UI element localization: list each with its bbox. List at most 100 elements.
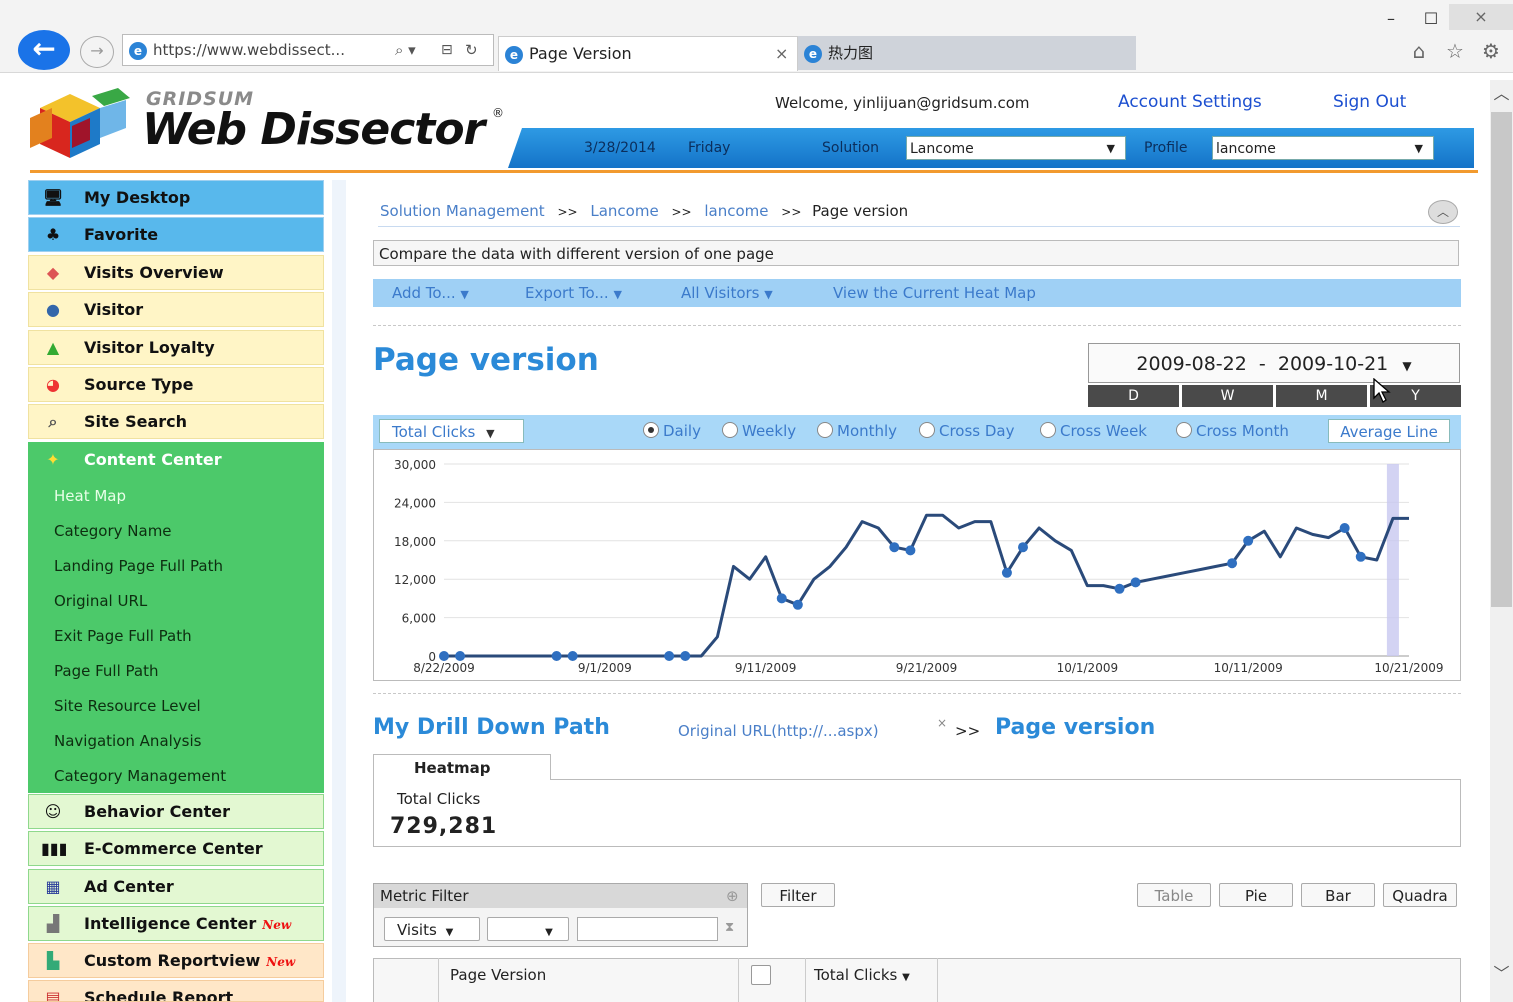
filter-operator-select[interactable]: ▼ (487, 917, 569, 941)
view-heatmap-link[interactable]: View the Current Heat Map (833, 284, 1036, 302)
grid-column-divider (738, 958, 739, 1002)
view-pie-button[interactable]: Pie (1219, 883, 1293, 907)
tab-heatmap[interactable]: e 热力图 (798, 36, 1136, 70)
divider (373, 325, 1461, 326)
period-day-button[interactable]: D (1088, 385, 1179, 407)
radio-weekly[interactable]: Weekly (722, 422, 796, 440)
tab-heatmap-summary[interactable]: Heatmap (373, 754, 551, 780)
solution-select[interactable]: Lancome ▼ (906, 136, 1126, 160)
y-tick-label: 6,000 (402, 612, 436, 626)
view-bar-button[interactable]: Bar (1301, 883, 1375, 907)
scrollbar-thumb[interactable] (1491, 112, 1512, 607)
hourglass-icon[interactable]: ⧗ (725, 920, 734, 935)
submenu-page-full-path[interactable]: Page Full Path (54, 662, 158, 680)
filter-button[interactable]: Filter (761, 883, 835, 907)
add-filter-icon[interactable]: ⊕ (726, 884, 739, 908)
submenu-exit-page-full-path[interactable]: Exit Page Full Path (54, 627, 192, 645)
submenu-site-resource-level[interactable]: Site Resource Level (54, 697, 201, 715)
sidebar-item-intelligence-center[interactable]: ▟ Intelligence Center New (28, 906, 324, 941)
select-all-checkbox[interactable] (751, 965, 771, 985)
scroll-up-icon[interactable]: ︿ (1490, 82, 1513, 106)
period-week-button[interactable]: W (1182, 385, 1273, 407)
radio-daily[interactable]: Daily (643, 422, 701, 440)
desktop-icon: 🖥 (42, 188, 64, 207)
schedule-icon: ▤ (45, 988, 61, 1002)
maximize-button[interactable]: ☐ (1416, 8, 1446, 30)
sidebar-item-label: Behavior Center (84, 802, 230, 821)
radio-monthly[interactable]: Monthly (817, 422, 897, 440)
view-table-button[interactable]: Table (1137, 883, 1211, 907)
arrow-right-icon: → (90, 41, 104, 60)
sidebar-item-content-center[interactable]: ✦ Content Center (28, 442, 324, 477)
header-divider (30, 170, 1478, 173)
submenu-heat-map[interactable]: Heat Map (54, 487, 126, 505)
drill-original-url-link[interactable]: Original URL(http://...aspx) (678, 722, 879, 740)
back-button[interactable]: ← (18, 30, 70, 70)
date-range-picker[interactable]: 2009-08-22 - 2009-10-21 ▼ (1088, 343, 1460, 383)
radio-cross-month[interactable]: Cross Month (1176, 422, 1289, 440)
collapse-up-icon[interactable]: ︿ (1428, 200, 1458, 224)
filter-value-input[interactable] (577, 917, 718, 941)
account-settings-link[interactable]: Account Settings (1118, 92, 1262, 112)
breadcrumb-underline (378, 226, 1460, 227)
profile-select[interactable]: lancome ▼ (1212, 136, 1434, 160)
sidebar-item-source-type[interactable]: ◕ Source Type (28, 367, 324, 402)
visitor-icon: ● (46, 300, 60, 319)
refresh-icon[interactable]: ↻ (465, 35, 478, 65)
home-icon[interactable]: ⌂ (1406, 38, 1432, 64)
sidebar-item-favorite[interactable]: ♣ Favorite (28, 217, 324, 252)
period-month-button[interactable]: M (1276, 385, 1367, 407)
remove-drill-icon[interactable]: × (937, 716, 947, 730)
sign-out-link[interactable]: Sign Out (1333, 92, 1406, 112)
minimize-button[interactable]: – (1376, 8, 1406, 30)
sidebar-item-custom-reportview[interactable]: ▙ Custom Reportview New (28, 943, 324, 978)
sidebar-item-visits-overview[interactable]: ◆ Visits Overview (28, 255, 324, 290)
radio-cross-day[interactable]: Cross Day (919, 422, 1015, 440)
radio-cross-week[interactable]: Cross Week (1040, 422, 1147, 440)
submenu-landing-page-full-path[interactable]: Landing Page Full Path (54, 557, 223, 575)
metric-value: Total Clicks (392, 423, 476, 441)
submenu-original-url[interactable]: Original URL (54, 592, 147, 610)
sidebar-item-label: Source Type (84, 375, 194, 394)
gear-icon[interactable]: ⚙ (1478, 38, 1504, 64)
address-bar[interactable]: e https://www.webdissect... ⌕ ▾ ⊟ ↻ (122, 34, 494, 66)
submenu-category-management[interactable]: Category Management (54, 767, 226, 785)
sidebar-item-ad-center[interactable]: ▦ Ad Center (28, 869, 324, 904)
search-icon[interactable]: ⌕ ▾ (395, 35, 416, 65)
tab-page-version[interactable]: e Page Version × (498, 36, 798, 71)
submenu-category-name[interactable]: Category Name (54, 522, 172, 540)
sidebar-item-ecommerce-center[interactable]: ▮▮▮ E-Commerce Center (28, 831, 324, 866)
sidebar-item-visitor[interactable]: ● Visitor (28, 292, 324, 327)
x-tick-label: 10/11/2009 (1214, 661, 1283, 675)
export-to-menu[interactable]: Export To... ▼ (525, 284, 622, 302)
average-line-button[interactable]: Average Line (1328, 419, 1450, 443)
sidebar-item-site-search[interactable]: ⌕ Site Search (28, 404, 324, 439)
sidebar-item-my-desktop[interactable]: 🖥 My Desktop (28, 180, 324, 215)
view-quadrant-button[interactable]: Quadra (1383, 883, 1457, 907)
x-tick-label: 9/1/2009 (578, 661, 632, 675)
grid-col-total-clicks[interactable]: Total Clicks ▼ (814, 966, 910, 984)
data-point (1018, 542, 1028, 553)
close-window-button[interactable]: × (1449, 4, 1513, 30)
submenu-navigation-analysis[interactable]: Navigation Analysis (54, 732, 201, 750)
add-to-menu[interactable]: Add To... ▼ (392, 284, 469, 302)
all-visitors-menu[interactable]: All Visitors ▼ (681, 284, 773, 302)
breadcrumb-lancome-solution[interactable]: Lancome (590, 202, 658, 220)
sidebar-item-schedule-report[interactable]: ▤ Schedule Report (28, 980, 324, 1002)
breadcrumb-lancome-profile[interactable]: lancome (704, 202, 768, 220)
grid-col-page-version[interactable]: Page Version (450, 966, 546, 984)
compat-view-icon[interactable]: ⊟ (441, 35, 453, 65)
scroll-down-icon[interactable]: ﹀ (1490, 962, 1513, 986)
content-icon: ✦ (46, 450, 60, 469)
star-icon[interactable]: ☆ (1442, 38, 1468, 64)
close-tab-icon[interactable]: × (775, 37, 788, 71)
sidebar-item-behavior-center[interactable]: ☺ Behavior Center (28, 794, 324, 829)
sidebar-item-visitor-loyalty[interactable]: ▲ Visitor Loyalty (28, 330, 324, 365)
sidebar-splitter[interactable] (332, 180, 346, 1002)
filter-metric-select[interactable]: Visits ▼ (384, 917, 480, 941)
y-tick-label: 18,000 (394, 535, 436, 549)
breadcrumb-solution-management[interactable]: Solution Management (380, 202, 545, 220)
forward-button[interactable]: → (80, 36, 114, 68)
metric-select[interactable]: Total Clicks ▼ (379, 419, 524, 443)
radio-dot (1176, 422, 1192, 438)
